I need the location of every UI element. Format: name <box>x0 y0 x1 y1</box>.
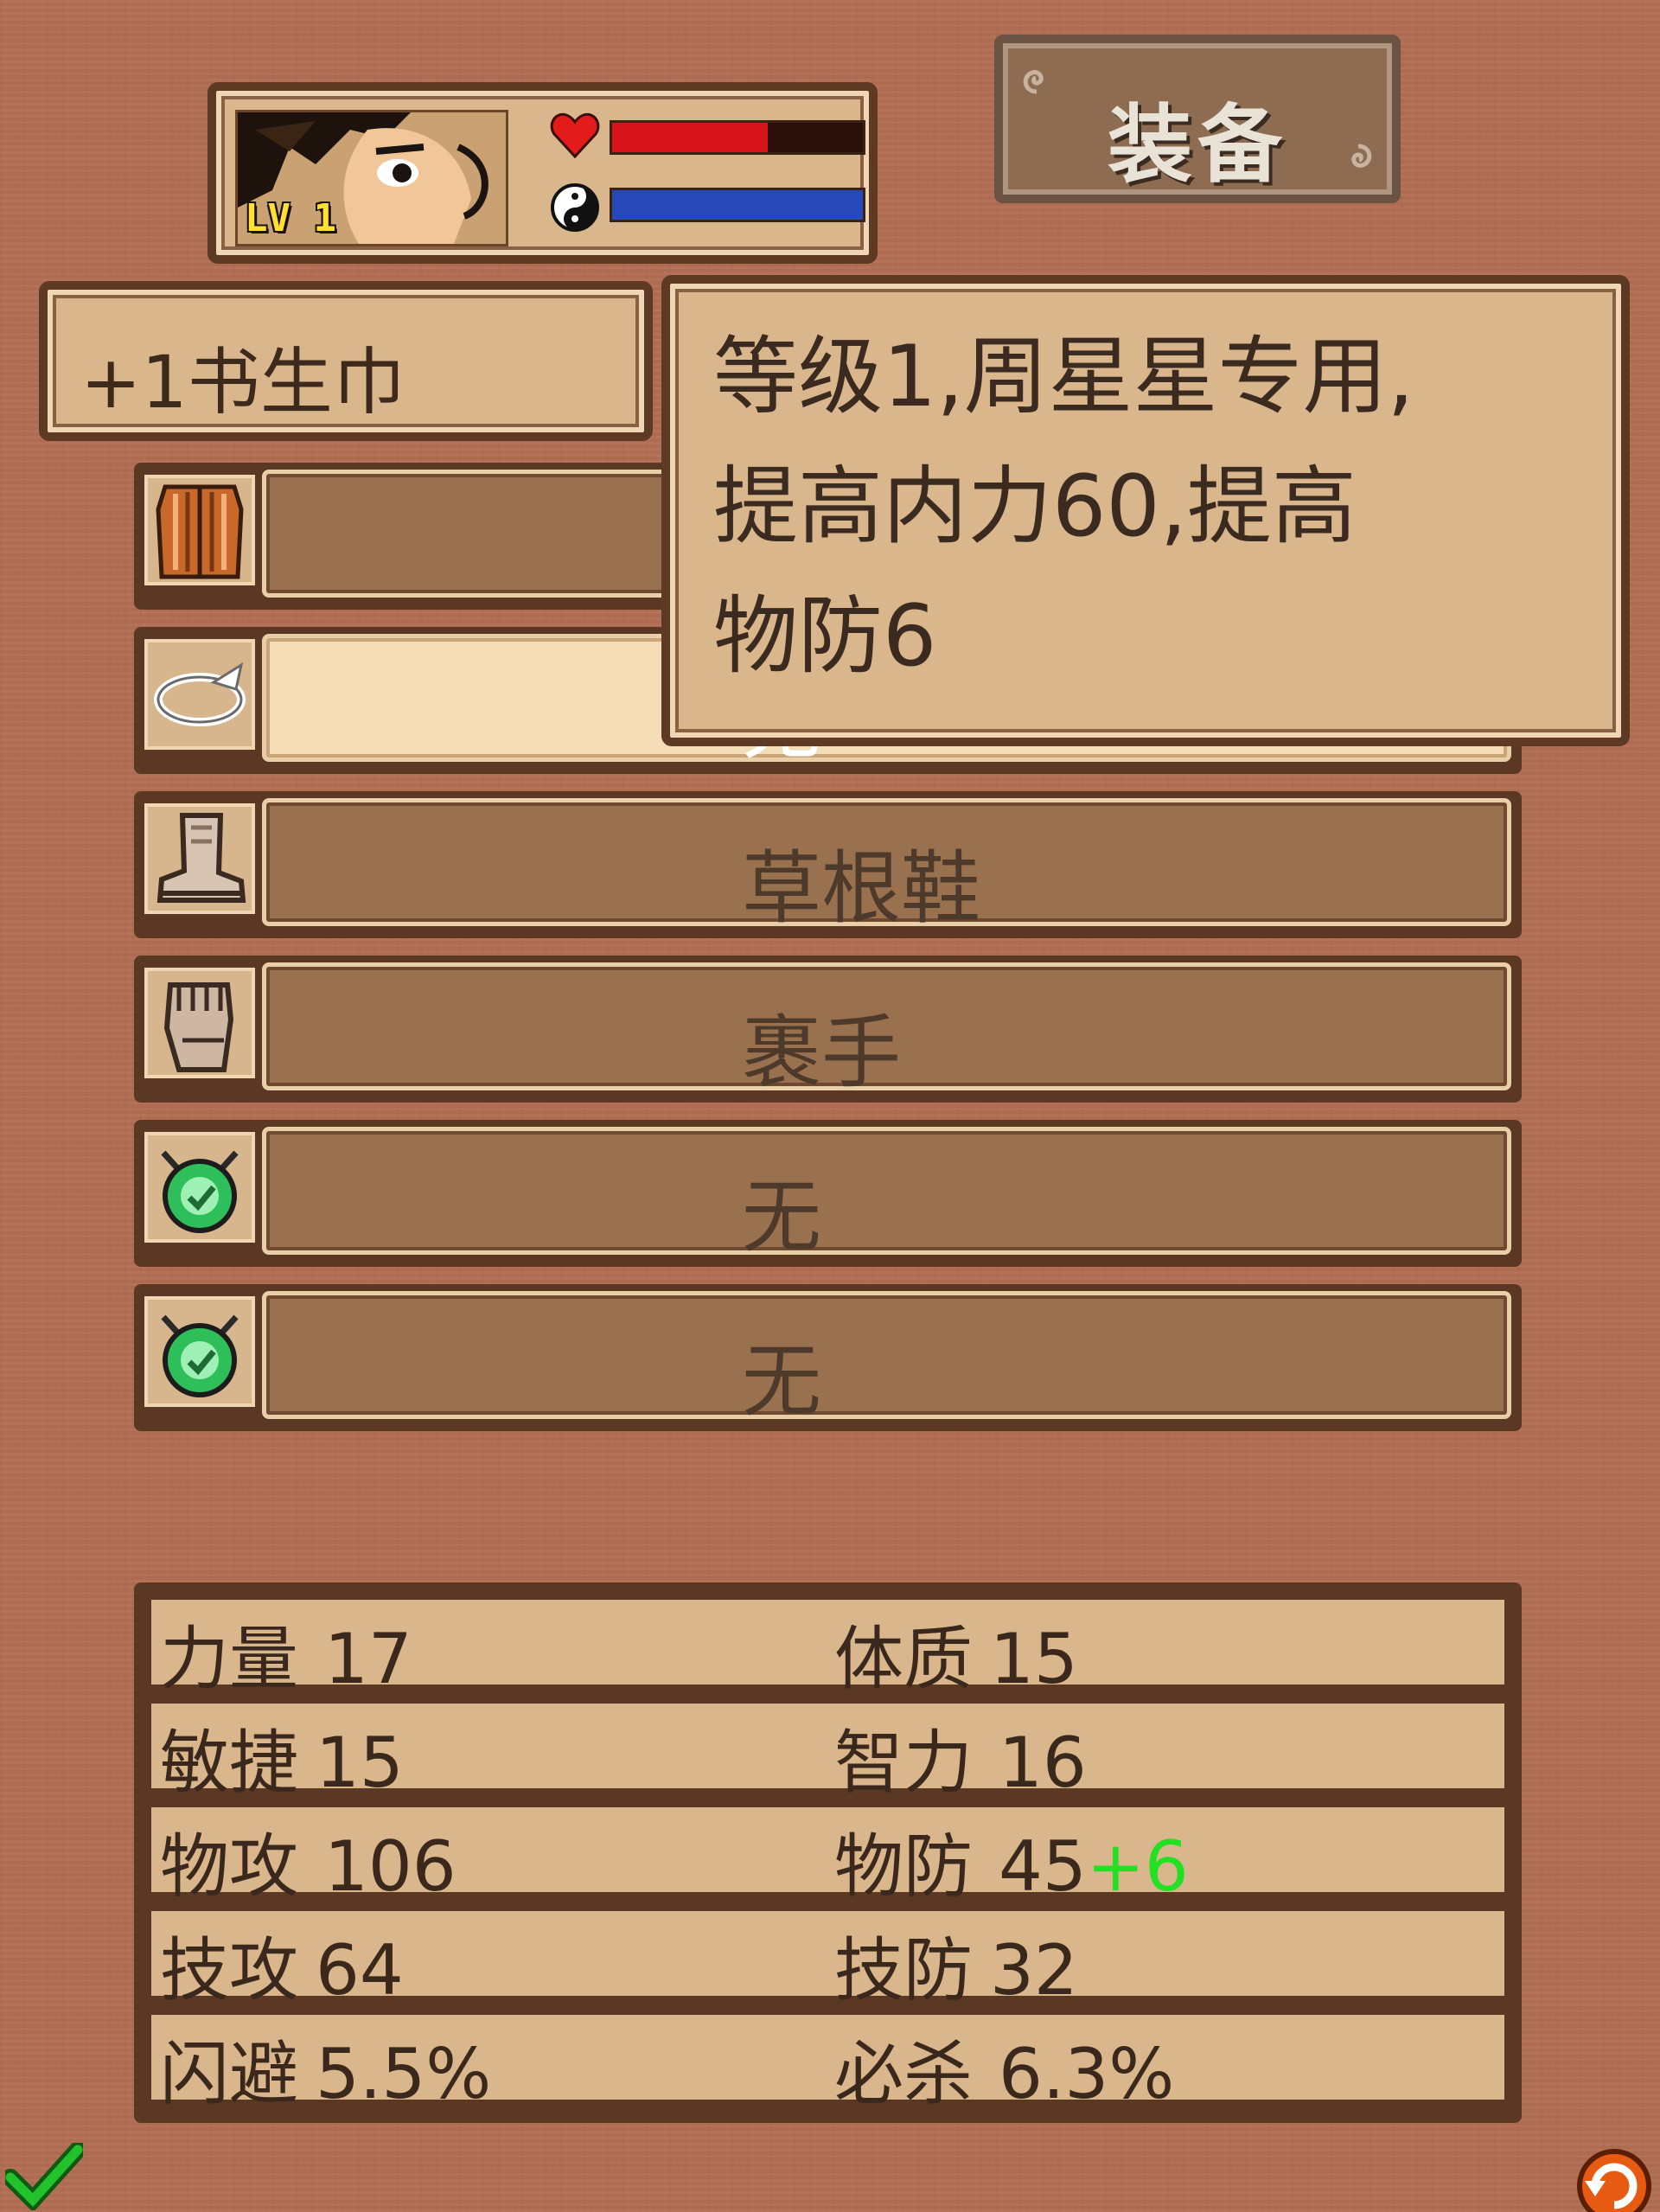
mp-bar-fill <box>612 190 863 220</box>
attribute-name: 技攻 <box>160 1930 298 2011</box>
slot-icon-box <box>139 1291 260 1412</box>
attribute-name: 智力 <box>834 1723 973 1803</box>
slot-icon-box <box>139 798 260 919</box>
attribute-right: 智力 16 <box>834 1707 1087 1807</box>
slot-item-label: 无 <box>742 1335 822 1428</box>
attribute-row: 闪避 5.5% 必杀 6.3% <box>151 2015 1504 2114</box>
yin-yang-icon <box>551 183 599 232</box>
equip-slot-feet[interactable]: 草根鞋 <box>134 791 1522 938</box>
confirm-check-icon[interactable] <box>5 2143 83 2210</box>
slot-icon-box <box>139 1127 260 1248</box>
hp-bar <box>610 120 865 155</box>
tooltip-line: 提高内力60,提高 <box>713 457 1357 556</box>
slot-bar[interactable]: 草根鞋 <box>262 798 1511 935</box>
tooltip-line: 物防6 <box>713 587 937 686</box>
heart-icon <box>550 112 600 159</box>
status-panel: LV 1 <box>208 82 878 264</box>
attribute-name: 敏捷 <box>160 1723 298 1803</box>
attribute-right: 体质 15 <box>834 1603 1078 1704</box>
selected-item-name: +1书生巾 <box>80 340 405 425</box>
attribute-right: 必杀 6.3% <box>834 2018 1174 2119</box>
attribute-value: 15 <box>990 1619 1078 1699</box>
back-arrow-icon[interactable] <box>1569 2143 1656 2212</box>
attribute-bonus: +6 <box>1086 1826 1189 1907</box>
tooltip-line: 等级1,周星星专用, <box>713 328 1414 426</box>
mp-bar <box>610 188 865 222</box>
attribute-value: 6.3% <box>999 2034 1175 2114</box>
attribute-name: 体质 <box>834 1619 973 1699</box>
page-title: 装备 <box>1107 96 1287 195</box>
attribute-value: 45 <box>999 1826 1087 1907</box>
equip-slot-accessory-1[interactable]: 无 <box>134 1120 1522 1267</box>
attribute-value: 64 <box>316 1930 404 2011</box>
slot-item-label: 草根鞋 <box>742 842 981 935</box>
attribute-left: 敏捷 15 <box>160 1707 404 1807</box>
slot-bar[interactable]: 裹手 <box>262 962 1511 1099</box>
attribute-name: 必杀 <box>834 2034 973 2114</box>
attribute-right: 技防 32 <box>834 1915 1078 2015</box>
slot-icon-box <box>139 470 260 591</box>
equip-slot-accessory-2[interactable]: 无 <box>134 1284 1522 1431</box>
slot-bar[interactable]: 无 <box>262 1127 1511 1263</box>
headband-icon <box>154 662 246 726</box>
attribute-right: 物防 45+6 <box>834 1811 1189 1911</box>
attribute-left: 物攻 106 <box>160 1811 456 1911</box>
attribute-value: 5.5% <box>316 2034 492 2114</box>
attribute-value: 32 <box>990 1930 1078 2011</box>
item-tooltip: 等级1,周星星专用, 提高内力60,提高 物防6 <box>661 275 1630 746</box>
boot-icon <box>156 813 246 903</box>
cloth-armor-icon <box>156 484 244 579</box>
amulet-icon <box>161 1314 239 1397</box>
attribute-row: 力量 17 体质 15 <box>151 1600 1504 1699</box>
hp-bar-fill <box>612 123 768 152</box>
attribute-name: 力量 <box>160 1619 298 1699</box>
equip-title-button[interactable]: 装备 <box>994 35 1401 203</box>
attribute-row: 技攻 64 技防 32 <box>151 1911 1504 2011</box>
attribute-row: 物攻 106 物防 45+6 <box>151 1807 1504 1907</box>
attribute-left: 力量 17 <box>160 1603 412 1704</box>
attribute-value: 106 <box>324 1826 456 1907</box>
amulet-icon <box>161 1150 239 1233</box>
character-portrait: LV 1 <box>235 110 508 246</box>
attribute-left: 技攻 64 <box>160 1915 404 2015</box>
attribute-row: 敏捷 15 智力 16 <box>151 1704 1504 1803</box>
equip-slot-hands[interactable]: 裹手 <box>134 956 1522 1103</box>
selected-item-name-box: +1书生巾 <box>39 281 653 441</box>
attribute-value: 15 <box>316 1723 404 1803</box>
attribute-value: 16 <box>999 1723 1087 1803</box>
glove-icon <box>163 982 234 1072</box>
attribute-name: 闪避 <box>160 2034 298 2114</box>
attribute-name: 技防 <box>834 1930 973 2011</box>
level-badge: LV 1 <box>245 196 336 240</box>
attribute-value: 17 <box>324 1619 412 1699</box>
slot-icon-box <box>139 634 260 755</box>
attribute-name: 物防 <box>834 1826 973 1907</box>
attribute-left: 闪避 5.5% <box>160 2018 491 2119</box>
attribute-panel: 力量 17 体质 15 敏捷 15 智力 16 物攻 106 物防 45+6 技攻 64 技防… <box>134 1582 1522 2123</box>
slot-item-label: 无 <box>742 1171 822 1263</box>
slot-icon-box <box>139 962 260 1084</box>
slot-bar[interactable]: 无 <box>262 1291 1511 1428</box>
slot-item-label: 裹手 <box>742 1007 902 1099</box>
attribute-name: 物攻 <box>160 1826 298 1907</box>
